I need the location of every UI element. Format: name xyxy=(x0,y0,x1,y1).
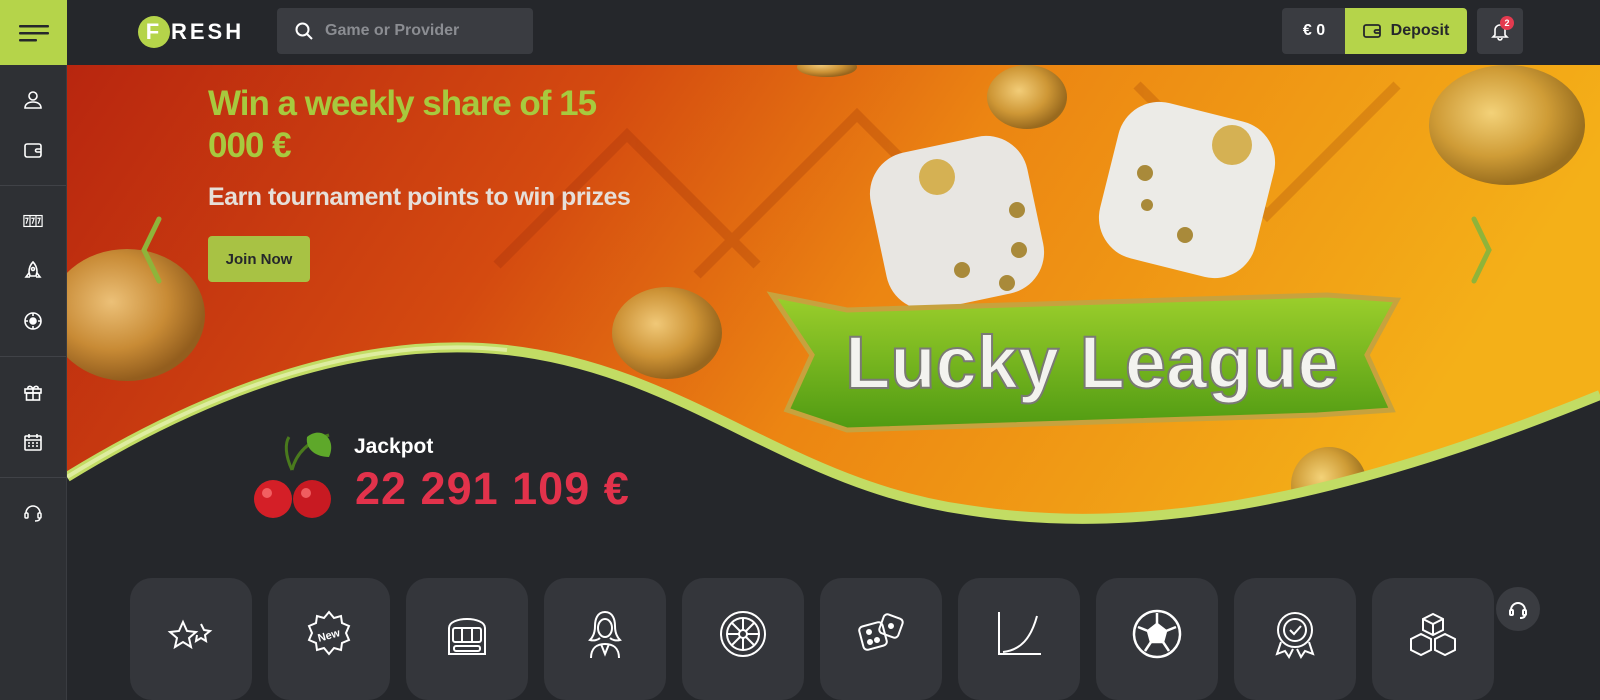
league-title: Lucky League xyxy=(845,321,1339,404)
promo-banner: Win a weekly share of 15 000 € Earn tour… xyxy=(67,65,1600,525)
deposit-button[interactable]: Deposit xyxy=(1345,8,1467,54)
sidebar-item-live[interactable] xyxy=(0,296,66,346)
headset-icon xyxy=(1509,602,1527,619)
crash-curve-icon xyxy=(998,612,1041,655)
live-chat-button[interactable] xyxy=(1496,587,1540,631)
banner-prev-arrow[interactable] xyxy=(139,215,163,290)
sidebar-item-profile[interactable] xyxy=(0,75,66,125)
sidebar-item-crash[interactable] xyxy=(0,246,66,296)
slots-777-icon xyxy=(23,214,43,228)
support-24-icon xyxy=(24,505,42,522)
sidebar-group-support xyxy=(0,478,66,548)
category-vip[interactable] xyxy=(1234,578,1356,700)
calendar-icon xyxy=(24,434,42,451)
chevron-right-icon xyxy=(1471,216,1492,284)
football-icon xyxy=(1132,609,1182,659)
sidebar-item-tournaments[interactable] xyxy=(0,417,66,467)
top-header: F RESH € 0 Deposit 2 xyxy=(67,0,1600,65)
category-slots[interactable] xyxy=(406,578,528,700)
deposit-label: Deposit xyxy=(1390,22,1450,39)
roulette-icon xyxy=(720,611,766,657)
sidebar-group-promos xyxy=(0,357,66,478)
category-roulette[interactable] xyxy=(682,578,804,700)
slot-machine-icon xyxy=(448,618,486,655)
category-table-games[interactable] xyxy=(820,578,942,700)
category-new[interactable]: New xyxy=(268,578,390,700)
notifications-button[interactable]: 2 xyxy=(1477,8,1523,54)
search-box[interactable] xyxy=(277,8,533,54)
join-now-button[interactable]: Join Now xyxy=(208,236,310,282)
stars-icon xyxy=(167,619,213,650)
fresh-logo[interactable]: F RESH xyxy=(138,16,244,48)
rocket-icon xyxy=(24,261,42,278)
search-input[interactable] xyxy=(325,22,515,40)
category-sports[interactable] xyxy=(1096,578,1218,700)
game-categories: New xyxy=(130,578,1494,700)
wallet-icon xyxy=(24,143,42,158)
gift-icon xyxy=(24,385,42,401)
promo-title: Win a weekly share of 15 000 € xyxy=(208,84,597,165)
promo-subtitle: Earn tournament points to win prizes xyxy=(208,183,631,211)
cubes-icon xyxy=(1410,612,1456,657)
jackpot-value: 22 291 109 € xyxy=(355,463,630,514)
category-live-casino[interactable] xyxy=(544,578,666,700)
notification-badge: 2 xyxy=(1500,16,1514,30)
live-dealer-icon xyxy=(588,611,622,659)
jackpot-label: Jackpot xyxy=(354,435,434,458)
wallet-icon xyxy=(1362,24,1381,38)
svg-text:New: New xyxy=(317,627,342,645)
search-icon xyxy=(295,22,313,40)
award-badge-icon xyxy=(1275,612,1315,659)
sidebar-item-promotions[interactable] xyxy=(0,367,66,417)
balance-display[interactable]: € 0 xyxy=(1282,8,1346,54)
sidebar-item-wallet[interactable] xyxy=(0,125,66,175)
hamburger-icon xyxy=(18,24,49,41)
logo-letter: F xyxy=(138,16,170,48)
sidebar-item-slots[interactable] xyxy=(0,196,66,246)
menu-toggle-button[interactable] xyxy=(0,0,67,65)
chevron-left-icon xyxy=(141,216,162,284)
banner-next-arrow[interactable] xyxy=(1470,215,1494,290)
user-icon xyxy=(24,91,42,109)
category-crash[interactable] xyxy=(958,578,1080,700)
lucky-league-logo: Lucky League xyxy=(844,320,1340,405)
sidebar-item-support[interactable] xyxy=(0,488,66,538)
category-provably-fair[interactable] xyxy=(1372,578,1494,700)
logo-text: RESH xyxy=(171,19,245,44)
casino-chip-icon xyxy=(24,312,42,330)
new-badge-icon: New xyxy=(307,610,351,656)
sidebar-group-account xyxy=(0,65,66,186)
sidebar xyxy=(0,0,67,700)
category-popular[interactable] xyxy=(130,578,252,700)
dice-icon xyxy=(858,613,904,651)
sidebar-group-games xyxy=(0,186,66,357)
